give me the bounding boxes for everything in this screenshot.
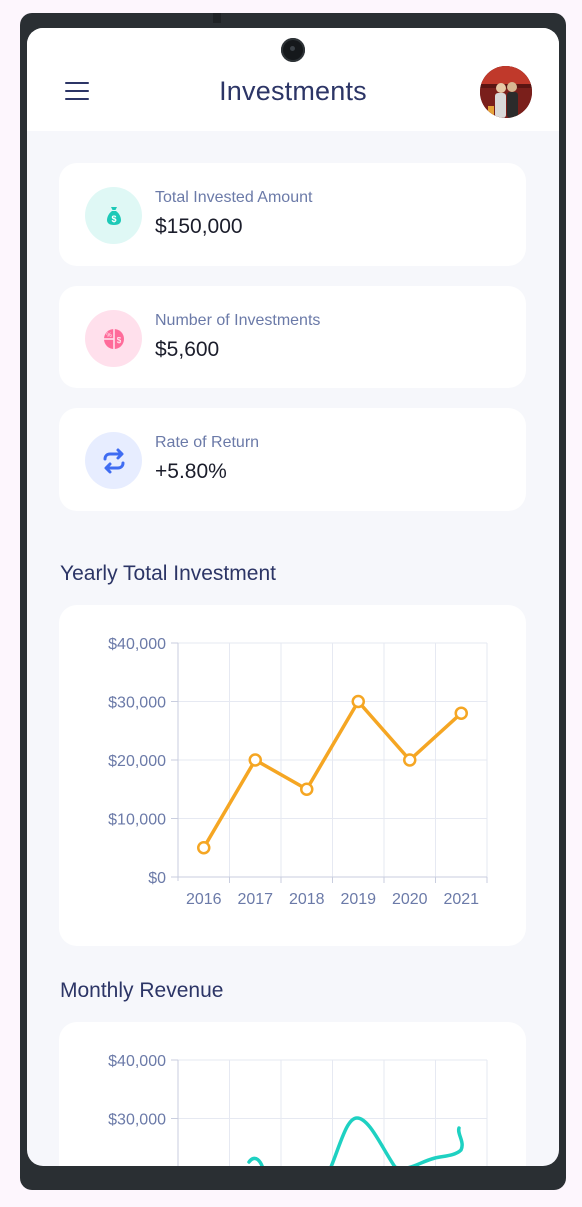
y-tick-label: $40,000 bbox=[108, 1053, 166, 1070]
user-avatar[interactable] bbox=[480, 66, 532, 118]
svg-text:%: % bbox=[106, 333, 112, 339]
x-tick-label: 2019 bbox=[340, 891, 376, 908]
stat-value: $150,000 bbox=[155, 215, 243, 238]
x-tick-label: 2021 bbox=[443, 891, 479, 908]
pie-chart-money-icon: % $ bbox=[85, 310, 142, 367]
monthly-section-title: Monthly Revenue bbox=[60, 979, 224, 1002]
data-point bbox=[300, 782, 314, 796]
data-point bbox=[454, 706, 468, 720]
stat-label: Rate of Return bbox=[155, 434, 260, 451]
svg-text:$: $ bbox=[116, 336, 121, 345]
data-point bbox=[351, 694, 365, 709]
y-tick-label: $20,000 bbox=[108, 753, 166, 770]
stat-card-rate-of-return[interactable]: Rate of Return +5.80% bbox=[59, 408, 526, 511]
svg-text:$: $ bbox=[111, 214, 116, 224]
monthly-revenue-chart: $40,000 $30,000 bbox=[108, 1053, 488, 1166]
monthly-chart-card: $40,000 $30,000 bbox=[59, 1022, 526, 1166]
yearly-investment-chart: $0 $10,000 $20,000 $30,000 $40,000 2016 2017 20… bbox=[108, 636, 488, 908]
stat-card-number-of-investments[interactable]: % $ Number of Investments $5,600 bbox=[59, 286, 526, 388]
y-tick-label: $10,000 bbox=[108, 812, 166, 829]
y-tick-label: $30,000 bbox=[108, 1112, 166, 1129]
stat-value: +5.80% bbox=[155, 460, 227, 483]
x-tick-label: 2020 bbox=[392, 891, 428, 908]
repeat-arrows-icon bbox=[85, 432, 142, 489]
x-tick-label: 2018 bbox=[289, 891, 325, 908]
top-app-bar: Investments bbox=[27, 28, 559, 131]
y-tick-label: $0 bbox=[148, 870, 166, 887]
money-bag-icon: $ bbox=[85, 187, 142, 244]
x-tick-label: 2017 bbox=[237, 891, 273, 908]
data-point bbox=[403, 753, 417, 767]
y-tick-label: $30,000 bbox=[108, 695, 166, 712]
x-tick-label: 2016 bbox=[186, 891, 222, 908]
stat-card-total-invested[interactable]: $ Total Invested Amount $150,000 bbox=[59, 163, 526, 266]
yearly-chart-card: $0 $10,000 $20,000 $30,000 $40,000 2016 2017 20… bbox=[59, 605, 526, 946]
avatar-photo bbox=[480, 66, 532, 118]
phone-top-button bbox=[213, 13, 221, 23]
app-screen: Investments $ Total Invested Amount $150… bbox=[27, 28, 559, 1166]
data-point bbox=[197, 841, 211, 855]
y-tick-label: $40,000 bbox=[108, 636, 166, 653]
data-point bbox=[248, 753, 262, 767]
stat-label: Number of Investments bbox=[155, 312, 321, 329]
camera-icon bbox=[281, 38, 305, 62]
stat-label: Total Invested Amount bbox=[155, 189, 313, 206]
yearly-section-title: Yearly Total Investment bbox=[60, 562, 276, 585]
stat-value: $5,600 bbox=[155, 338, 220, 361]
